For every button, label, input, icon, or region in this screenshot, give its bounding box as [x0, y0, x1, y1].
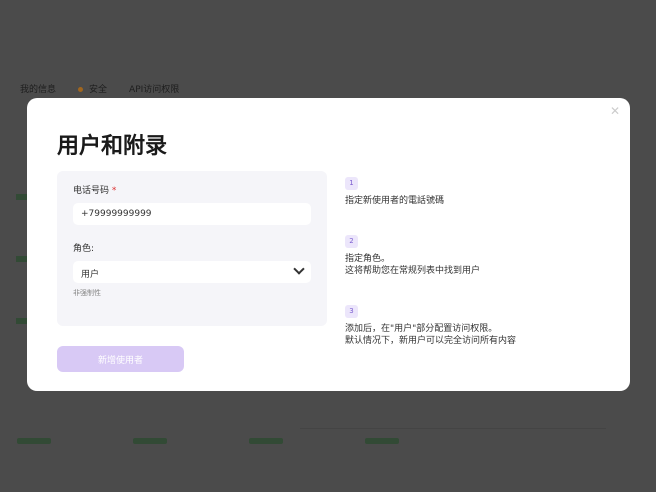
background-badge [249, 438, 283, 444]
step-number: 1 [345, 177, 358, 190]
background-tabs: 我的信息 安全 API访问权限 [20, 82, 179, 95]
close-icon[interactable]: ✕ [610, 104, 620, 118]
tab-security-label: 安全 [89, 85, 108, 95]
role-label: 角色: [73, 244, 95, 254]
step-text: 添加后，在"用户"部分配置访问权限。 默认情况下，新用户可以完全访问所有内容 [345, 324, 517, 346]
add-user-modal: ✕ 用户和附录 电话号码 * +79999999999 角色: 用户 非强制性 … [27, 98, 630, 391]
step-1: 1 指定新使用者的電話號碼 [345, 170, 605, 207]
step-number: 2 [345, 235, 358, 248]
role-select[interactable]: 用户 [73, 261, 311, 283]
step-text: 指定新使用者的電話號碼 [345, 196, 445, 206]
step-text: 指定角色。 这将帮助您在常规列表中找到用户 [345, 254, 481, 276]
background-badge [133, 438, 167, 444]
background-badge [365, 438, 399, 444]
step-number: 3 [345, 305, 358, 318]
chevron-down-icon [293, 263, 305, 275]
add-user-button[interactable]: 新增使用者 [57, 346, 184, 372]
phone-label-text: 电话号码 [73, 186, 110, 196]
required-mark: * [111, 186, 117, 196]
instructions: 1 指定新使用者的電話號碼 2 指定角色。 这将帮助您在常规列表中找到用户 3 添加后… [345, 170, 605, 368]
user-form: 电话号码 * +79999999999 角色: 用户 非强制性 [57, 171, 327, 326]
status-dot-icon [78, 87, 84, 92]
role-value: 用户 [81, 270, 100, 280]
step-2: 2 指定角色。 这将帮助您在常规列表中找到用户 [345, 228, 605, 277]
role-hint: 非强制性 [73, 289, 101, 297]
step-3: 3 添加后，在"用户"部分配置访问权限。 默认情况下，新用户可以完全访问所有内容 [345, 298, 605, 347]
tab-my-info[interactable]: 我的信息 [20, 82, 56, 95]
phone-label: 电话号码 * [73, 183, 311, 196]
background-badge [17, 438, 51, 444]
background-divider [300, 428, 606, 429]
phone-input[interactable]: +79999999999 [73, 203, 311, 225]
modal-title: 用户和附录 [57, 134, 168, 159]
tab-security[interactable]: 安全 [78, 82, 107, 95]
tab-api-access[interactable]: API访问权限 [129, 82, 179, 95]
